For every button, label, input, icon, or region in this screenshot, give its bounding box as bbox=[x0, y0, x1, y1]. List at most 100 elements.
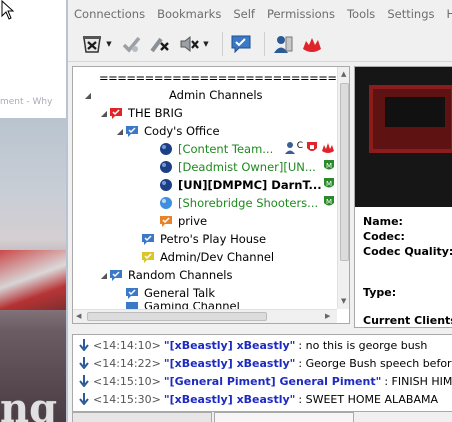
client-label: [Deadmist Owner][UN... bbox=[178, 160, 316, 174]
disconnect-icon bbox=[83, 35, 101, 53]
chat-tab[interactable] bbox=[72, 412, 212, 422]
client-content-team[interactable]: [Content Team... C bbox=[159, 140, 335, 158]
incoming-arrow-icon bbox=[79, 375, 89, 387]
chat-message: : George Bush speech before he pas bbox=[298, 356, 452, 370]
chat-line: <14:15:30> "[xBeastly] xBeastly" : SWEET… bbox=[79, 390, 438, 408]
chat-message: : FINISH HIM bbox=[384, 374, 452, 388]
info-codec-quality-label: Codec Quality: bbox=[363, 245, 452, 258]
channel-prive[interactable]: prive bbox=[159, 212, 349, 230]
moderator-badge-icon: M bbox=[324, 178, 334, 188]
incoming-arrow-icon bbox=[79, 393, 89, 405]
away-button[interactable] bbox=[119, 32, 143, 56]
client-deadmist-owner[interactable]: [Deadmist Owner][UN... M bbox=[159, 158, 335, 176]
channel-label: prive bbox=[178, 214, 208, 228]
teamspeak-window: Connections Bookmarks Self Permissions T… bbox=[66, 0, 452, 422]
tree-horizontal-scrollbar[interactable]: ◀ ▶ bbox=[73, 309, 337, 323]
channel-chat-blue-icon bbox=[142, 234, 154, 245]
disconnect-dropdown[interactable]: ▼ bbox=[105, 32, 113, 56]
collapse-arrow-icon[interactable]: ◢ bbox=[115, 127, 125, 136]
chat-line: <14:15:10> "[General Piment] General Pim… bbox=[79, 372, 452, 390]
channel-codys-office[interactable]: ◢ Cody's Office bbox=[115, 122, 349, 140]
scroll-up-arrow-icon[interactable]: ▲ bbox=[341, 70, 346, 78]
chat-nickname[interactable]: "[xBeastly] xBeastly" bbox=[164, 393, 296, 406]
scrollbar-thumb[interactable] bbox=[340, 83, 349, 261]
collapse-arrow-icon[interactable]: ◢ bbox=[83, 91, 93, 100]
lock-icon bbox=[349, 105, 350, 119]
menu-connections[interactable]: Connections bbox=[68, 4, 151, 24]
channel-the-brig[interactable]: ◢ THE BRIG bbox=[99, 104, 350, 122]
client-label: [UN][DMPMC] DarnT... bbox=[178, 178, 322, 192]
channel-admin-dev[interactable]: Admin/Dev Channel bbox=[141, 248, 349, 266]
incoming-arrow-icon bbox=[79, 339, 89, 351]
collapse-arrow-icon[interactable]: ◢ bbox=[99, 109, 109, 118]
contacts-button[interactable] bbox=[271, 32, 295, 56]
banner-graphic bbox=[385, 97, 445, 127]
channel-chat-yellow-icon bbox=[142, 252, 154, 263]
channel-label: Admin Channels bbox=[169, 88, 263, 102]
row-icons bbox=[349, 105, 350, 119]
mute-speakers-button[interactable] bbox=[177, 32, 201, 56]
row-icons: M bbox=[323, 177, 335, 191]
background-webpage: ment - Why ng bbox=[0, 0, 70, 422]
tree-separator: ========================== bbox=[99, 69, 349, 87]
mute-microphone-button[interactable] bbox=[148, 32, 172, 56]
teamspeak-button[interactable] bbox=[300, 32, 324, 56]
chat-tab[interactable] bbox=[214, 412, 354, 422]
client-status-icon bbox=[160, 161, 172, 173]
channel-admin-channels[interactable]: ◢ Admin Channels bbox=[83, 86, 345, 104]
channel-label: Petro's Play House bbox=[160, 232, 267, 246]
client-talking-icon bbox=[160, 197, 172, 209]
chat-message: : SWEET HOME ALABAMA bbox=[298, 392, 438, 406]
moderator-badge-icon: M bbox=[324, 160, 334, 170]
chat-timestamp: <14:14:10> bbox=[93, 338, 161, 352]
background-photo-text: ng bbox=[0, 385, 58, 422]
teamspeak-icon bbox=[303, 37, 321, 52]
info-name-label: Name: bbox=[363, 215, 403, 228]
info-type-label: Type: bbox=[363, 286, 397, 299]
client-shorebridge-shooters[interactable]: [Shorebridge Shooters... M bbox=[159, 194, 335, 212]
menu-tools[interactable]: Tools bbox=[341, 4, 381, 24]
menu-permissions[interactable]: Permissions bbox=[261, 4, 341, 24]
scroll-right-arrow-icon[interactable]: ▶ bbox=[325, 312, 330, 320]
channel-general-talk[interactable]: General Talk bbox=[125, 284, 349, 302]
channel-info-panel: Name: Codec: Codec Quality: Type: Curren… bbox=[354, 66, 452, 328]
contact-icon bbox=[284, 142, 295, 154]
chat-nickname[interactable]: "[xBeastly] xBeastly" bbox=[164, 339, 296, 352]
svg-text:M: M bbox=[326, 180, 332, 188]
menu-self[interactable]: Self bbox=[227, 4, 261, 24]
client-darnt[interactable]: [UN][DMPMC] DarnT... M bbox=[159, 176, 335, 194]
chat-line: <14:14:10> "[xBeastly] xBeastly" : no th… bbox=[79, 336, 427, 354]
scrollbar-thumb[interactable] bbox=[87, 312, 267, 321]
disconnect-button[interactable] bbox=[80, 32, 104, 56]
teamspeak-icon bbox=[322, 143, 334, 153]
speakers-dropdown[interactable]: ▼ bbox=[202, 32, 210, 56]
menubar: Connections Bookmarks Self Permissions T… bbox=[68, 4, 452, 24]
chat-button[interactable] bbox=[229, 32, 253, 56]
channel-chat-blue-icon bbox=[110, 270, 122, 281]
channel-label: General Talk bbox=[144, 286, 215, 300]
channel-label: THE BRIG bbox=[128, 106, 183, 120]
info-codec-label: Codec: bbox=[363, 230, 405, 243]
menu-settings[interactable]: Settings bbox=[381, 4, 440, 24]
chat-nickname[interactable]: "[xBeastly] xBeastly" bbox=[164, 357, 296, 370]
channel-tree[interactable]: ========================== ◢ Admin Chann… bbox=[72, 66, 350, 324]
channel-petros-play-house[interactable]: Petro's Play House bbox=[141, 230, 349, 248]
incoming-arrow-icon bbox=[79, 357, 89, 369]
shield-icon bbox=[307, 142, 317, 151]
separator-label: ========================== bbox=[99, 71, 337, 85]
scroll-down-arrow-icon[interactable]: ▼ bbox=[341, 297, 346, 305]
channel-chat-red-icon bbox=[110, 108, 122, 119]
menu-help[interactable]: H bbox=[440, 4, 452, 24]
channel-random-channels[interactable]: ◢ Random Channels bbox=[99, 266, 349, 284]
toolbar-separator bbox=[222, 31, 223, 56]
channel-label: Admin/Dev Channel bbox=[160, 250, 275, 264]
scroll-left-arrow-icon[interactable]: ◀ bbox=[76, 312, 81, 320]
background-breadcrumb: ment - Why bbox=[0, 97, 53, 107]
collapse-arrow-icon[interactable]: ◢ bbox=[99, 271, 109, 280]
info-current-clients-label: Current Clients: bbox=[363, 314, 452, 327]
menu-bookmarks[interactable]: Bookmarks bbox=[151, 4, 227, 24]
toolbar: ▼ ▼ bbox=[68, 26, 452, 62]
chat-log[interactable]: <14:14:10> "[xBeastly] xBeastly" : no th… bbox=[72, 334, 452, 412]
tree-vertical-scrollbar[interactable]: ▲ ▼ bbox=[337, 67, 349, 309]
chat-nickname[interactable]: "[General Piment] General Piment" bbox=[164, 375, 382, 388]
